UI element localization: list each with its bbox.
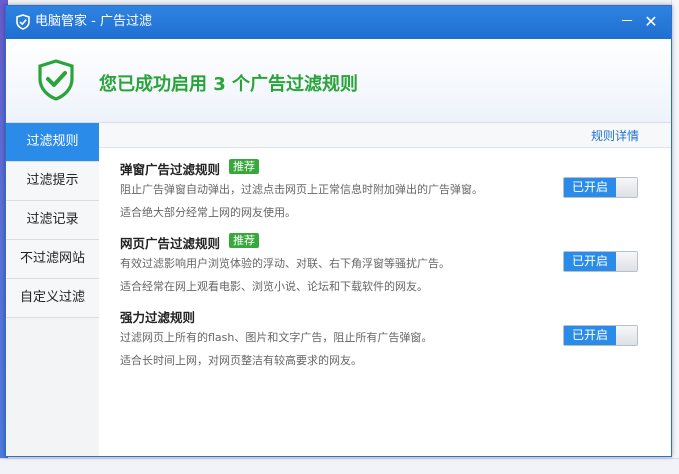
close-button[interactable]: ✕	[641, 12, 661, 32]
background-app-right-edge	[671, 0, 679, 473]
sidebar-item-whitelist-sites[interactable]: 不过滤网站	[6, 240, 99, 279]
rule-audience: 适合绝大部分经常上网的网友使用。	[120, 206, 296, 219]
rule-audience: 适合长时间上网，对网页整洁有较高要求的网友。	[120, 354, 362, 367]
status-header: 您已成功启用 3 个广告过滤规则	[6, 39, 671, 123]
rule-webpage-ads: 网页广告过滤规则 推荐 有效过滤影响用户浏览体验的浮动、对联、右下角浮窗等骚扰广…	[120, 233, 671, 303]
title-bar[interactable]: 电脑管家 - 广告过滤 － ✕	[6, 6, 671, 39]
sidebar-item-filter-rules[interactable]: 过滤规则	[6, 123, 99, 162]
rule-title: 弹窗广告过滤规则	[120, 162, 221, 177]
toggle-on-label: 已开启	[564, 178, 616, 197]
rule-details-link[interactable]: 规则详情	[591, 127, 639, 144]
shield-logo-icon	[16, 14, 30, 30]
toggle-on-label: 已开启	[564, 326, 616, 345]
rule-description: 有效过滤影响用户浏览体验的浮动、对联、右下角浮窗等骚扰广告。	[120, 257, 450, 270]
rule-title: 强力过滤规则	[120, 310, 196, 325]
rule-strong-filter: 强力过滤规则 过滤网页上所有的flash、图片和文字广告，阻止所有广告弹窗。 适…	[120, 307, 671, 377]
sidebar-item-filter-tips[interactable]: 过滤提示	[6, 162, 99, 201]
rule-description: 过滤网页上所有的flash、图片和文字广告，阻止所有广告弹窗。	[120, 331, 433, 344]
minimize-button[interactable]: －	[617, 12, 637, 32]
toggle-knob	[616, 326, 637, 345]
shield-check-icon	[38, 59, 74, 101]
rule-description: 阻止广告弹窗自动弹出，过滤点击网页上正常信息时附加弹出的广告弹窗。	[120, 183, 483, 196]
rule-toggle-webpage-ads[interactable]: 已开启	[563, 251, 638, 272]
rule-title: 网页广告过滤规则	[120, 236, 221, 251]
recommended-badge: 推荐	[229, 159, 259, 174]
rule-popup-ads: 弹窗广告过滤规则 推荐 阻止广告弹窗自动弹出，过滤点击网页上正常信息时附加弹出的…	[120, 159, 671, 229]
status-headline: 您已成功启用 3 个广告过滤规则	[99, 74, 359, 95]
rule-toggle-popup-ads[interactable]: 已开启	[563, 177, 638, 198]
sidebar-nav: 过滤规则 过滤提示 过滤记录 不过滤网站 自定义过滤	[6, 123, 100, 456]
sidebar-item-custom-filter[interactable]: 自定义过滤	[6, 279, 99, 318]
rule-audience: 适合经常在网上观看电影、浏览小说、论坛和下载软件的网友。	[120, 280, 428, 293]
sidebar-item-filter-log[interactable]: 过滤记录	[6, 201, 99, 240]
ad-filter-window: 电脑管家 - 广告过滤 － ✕ 您已成功启用 3 个广告过滤规则 过滤规则 过滤…	[5, 5, 672, 457]
details-bar: 规则详情	[99, 123, 671, 148]
toggle-on-label: 已开启	[564, 252, 616, 271]
rules-panel: 规则详情 弹窗广告过滤规则 推荐 阻止广告弹窗自动弹出，过滤点击网页上正常信息时…	[99, 123, 671, 456]
toggle-knob	[616, 178, 637, 197]
window-title: 电脑管家 - 广告过滤	[35, 14, 152, 29]
background-app-bottom-strip	[0, 458, 679, 474]
toggle-knob	[616, 252, 637, 271]
recommended-badge: 推荐	[229, 233, 259, 248]
rule-toggle-strong-filter[interactable]: 已开启	[563, 325, 638, 346]
